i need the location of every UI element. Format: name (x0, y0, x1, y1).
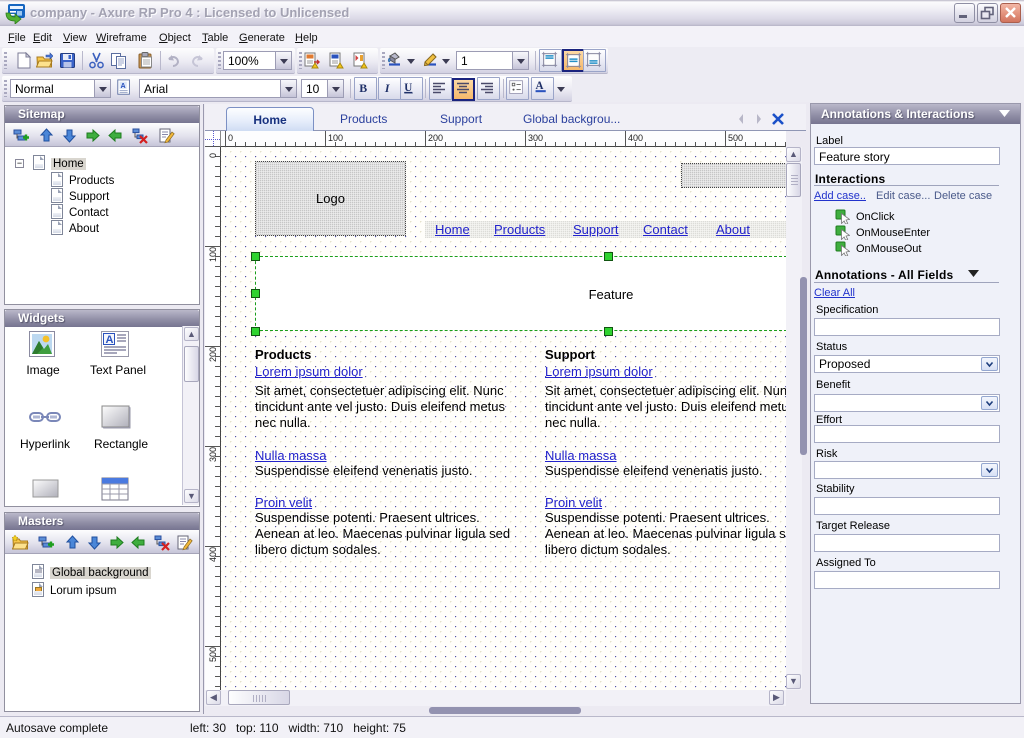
svg-text:I: I (384, 81, 390, 95)
svg-text:A: A (106, 334, 114, 346)
svg-text:A: A (120, 82, 125, 90)
svg-text:B: B (359, 81, 367, 95)
svg-text:U: U (404, 82, 412, 94)
